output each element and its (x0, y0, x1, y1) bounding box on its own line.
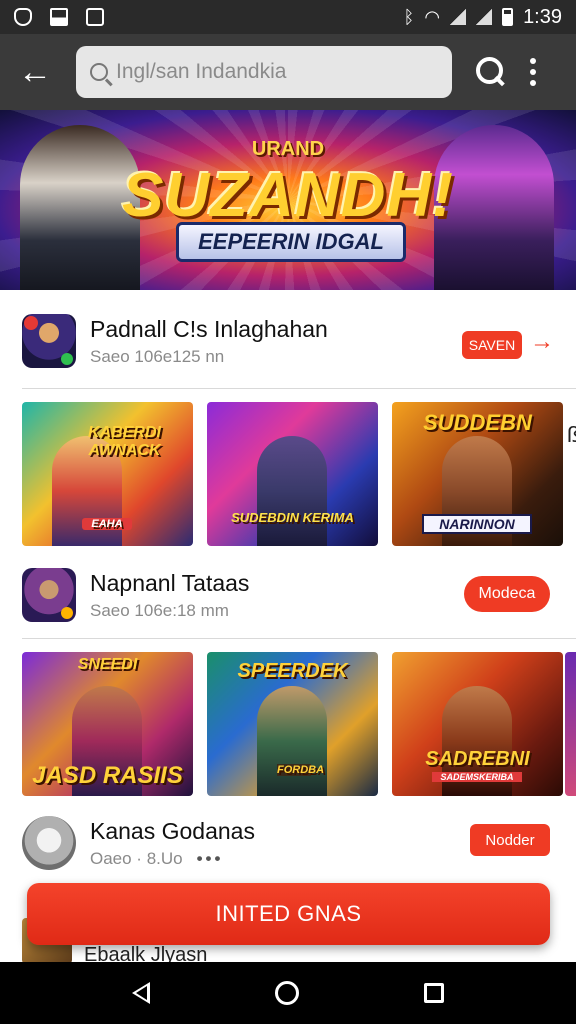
signal-icon-2 (476, 9, 493, 25)
featured-banner[interactable]: URAND SUZANDH! EEPEERIN IDGAL (0, 110, 576, 290)
mode-button[interactable]: Modeca (464, 576, 550, 612)
divider (22, 638, 576, 639)
game-card[interactable]: SNEEDI JASD RASIIS (22, 652, 193, 796)
card-peek (565, 652, 576, 796)
back-arrow-icon[interactable]: ← (12, 49, 58, 95)
app-icon (22, 816, 76, 870)
game-card[interactable]: SUDDEBN NARINNON (392, 402, 563, 546)
wifi-icon: ◠ (424, 6, 441, 27)
game-card[interactable]: KABERDI AWNACK EAHA (22, 402, 193, 546)
item-title: Padnall C!s Inlaghahan (90, 315, 328, 342)
shield-icon (14, 8, 32, 26)
nodder-button[interactable]: Nodder (470, 824, 550, 856)
overflow-glyph: ß (567, 422, 576, 447)
banner-subtitle: EEPEERIN IDGAL (176, 222, 406, 262)
card-tag: NARINNON (422, 514, 532, 534)
card-tag: SADEMSKERIBA (432, 772, 522, 782)
search-input[interactable]: Ingl/san Indandkia (76, 46, 452, 98)
app-icon (22, 568, 76, 622)
banner-title: SUZANDH! (122, 161, 454, 230)
card-title: SUDDEBN (423, 410, 532, 435)
card-title: KABERDI AWNACK (88, 424, 161, 459)
nav-recents-icon[interactable] (423, 983, 444, 1003)
signal-icon (450, 9, 467, 25)
image-icon (50, 8, 68, 26)
item-title: Napnanl Tataas (90, 569, 250, 596)
screenshot-icon (86, 8, 104, 26)
list-item[interactable]: Napnanl Tataas Saeo 106e:18 mm Modeca (0, 560, 576, 630)
more-dots-icon[interactable]: ••• (197, 849, 224, 868)
card-row: KABERDI AWNACK EAHA SUDEBDIN KERIMA SUDD… (22, 402, 576, 546)
app-toolbar: ← Ingl/san Indandkia (0, 34, 576, 110)
game-card[interactable]: SADREBNI SADEMSKERIBA (392, 652, 563, 796)
list-item[interactable]: Padnall C!s Inlaghahan Saeo 106e125 nn S… (0, 306, 576, 376)
card-tag: EAHA (82, 518, 132, 530)
item-title: Kanas Godanas (90, 817, 255, 844)
nav-back-icon[interactable] (132, 982, 151, 1004)
card-row: SNEEDI JASD RASIIS SPEERDEK FORDBA SADRE… (22, 652, 576, 796)
search-placeholder: Ingl/san Indandkia (116, 60, 287, 83)
arrow-right-icon[interactable]: → (530, 328, 554, 356)
card-title: SADREBNI (425, 748, 530, 770)
search-button-icon[interactable] (474, 55, 508, 89)
item-subtitle-text: Oaeo · 8.Uo (90, 848, 183, 868)
battery-icon (502, 8, 514, 26)
nav-home-icon[interactable] (274, 981, 299, 1005)
bluetooth-icon: ᛒ (403, 6, 415, 27)
divider (22, 388, 576, 389)
app-icon (22, 314, 76, 368)
search-icon (90, 63, 108, 81)
card-title: SPEERDEK (237, 660, 348, 682)
card-tag: JASD RASIIS (32, 762, 183, 789)
clock: 1:39 (523, 5, 562, 28)
item-subtitle: Saeo 106e125 nn (90, 346, 225, 366)
game-card[interactable]: SPEERDEK FORDBA (207, 652, 378, 796)
banner-kicker: URAND (251, 138, 325, 160)
save-button[interactable]: SAVEN (462, 331, 522, 359)
item-subtitle: Saeo 106e:18 mm (90, 600, 229, 620)
status-bar: ᛒ ◠ 1:39 (0, 0, 576, 34)
system-nav-bar (0, 962, 576, 1024)
primary-action-button[interactable]: INITED GNAS (27, 883, 550, 945)
card-title: SUDEBDIN KERIMA (231, 510, 354, 525)
game-card[interactable]: SUDEBDIN KERIMA (207, 402, 378, 546)
list-item[interactable]: Kanas Godanas Oaeo · 8.Uo ••• Nodder (0, 808, 576, 878)
more-options-icon[interactable] (528, 58, 538, 86)
card-title: SNEEDI (77, 656, 138, 673)
card-tag: FORDBA (277, 764, 325, 776)
item-subtitle: Oaeo · 8.Uo ••• (90, 849, 255, 869)
